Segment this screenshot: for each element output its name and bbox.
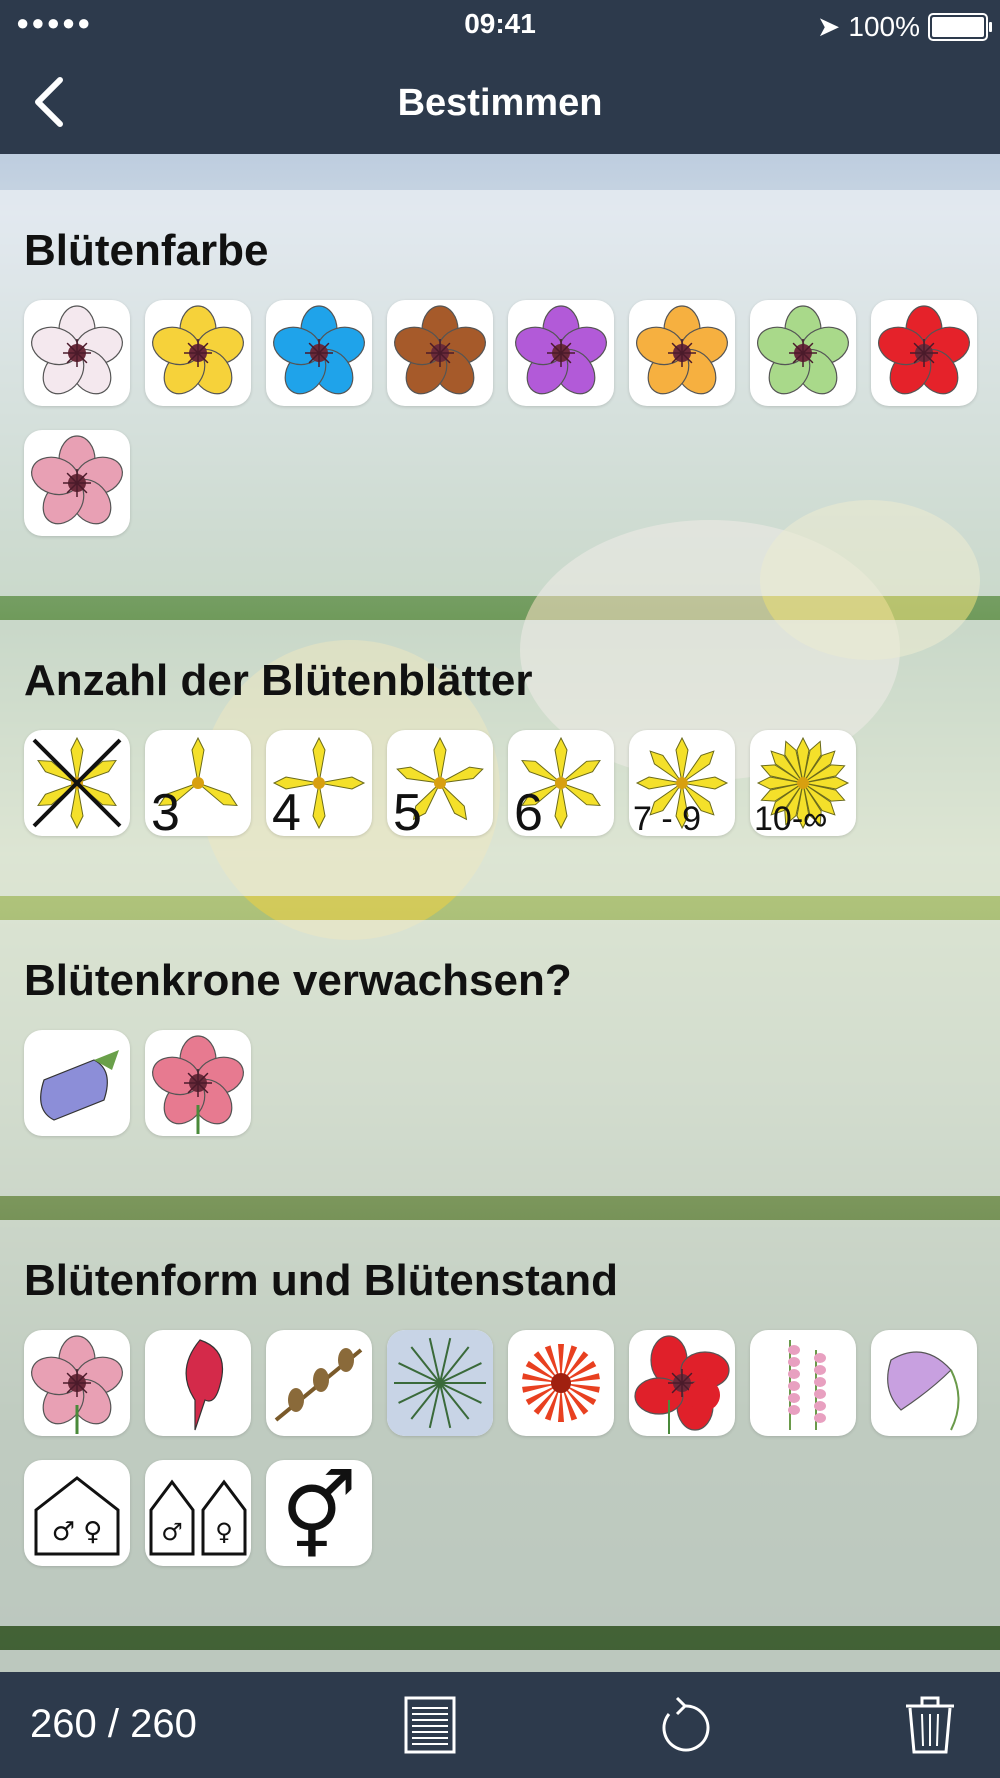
battery-percent: 100% xyxy=(848,10,920,42)
section-title: Anzahl der Blütenblätter xyxy=(24,656,533,705)
form-option-umbel-icon xyxy=(387,1330,493,1436)
color-option-white-icon xyxy=(31,305,123,395)
petal-count-four-icon: 4 xyxy=(272,736,366,836)
navigation-bar: Bestimmen xyxy=(0,50,1000,154)
petal-count-five[interactable]: 5 xyxy=(387,730,493,836)
form-option-hermaphrodite[interactable]: ⚥ xyxy=(266,1460,372,1566)
section-flower-form: Blütenform und Blütenstand ♂ ♀ ♂ ♀ ⚥ xyxy=(0,1220,1000,1626)
color-option-blue-icon xyxy=(273,305,365,395)
color-option-green[interactable] xyxy=(750,300,856,406)
form-option-orchid-icon xyxy=(887,1351,960,1431)
petal-count-six[interactable]: 6 xyxy=(508,730,614,836)
page-title: Bestimmen xyxy=(397,82,603,124)
petal-count-label: 4 xyxy=(272,784,301,836)
form-option-catkin[interactable] xyxy=(266,1330,372,1436)
form-option-single-flower-icon xyxy=(31,1335,123,1434)
color-option-yellow[interactable] xyxy=(145,300,251,406)
color-option-red[interactable] xyxy=(871,300,977,406)
battery-indicator: ➤ 100% xyxy=(816,10,992,43)
color-option-brown[interactable] xyxy=(387,300,493,406)
petal-count-label: 3 xyxy=(151,784,180,836)
corolla-option-separate-petals-icon xyxy=(152,1035,244,1134)
color-option-red-icon xyxy=(878,305,970,395)
form-option-dioecious-icon: ♂ ♀ xyxy=(149,1479,247,1556)
section-title: Blütenfarbe xyxy=(24,226,269,275)
corolla-option-separate-petals[interactable] xyxy=(145,1030,251,1136)
color-option-brown-icon xyxy=(394,305,486,395)
form-option-composite[interactable] xyxy=(508,1330,614,1436)
form-option-poppy-icon xyxy=(634,1335,730,1434)
sex-label: ♂ ♀ xyxy=(52,1517,103,1547)
form-option-lipped-flower[interactable] xyxy=(145,1330,251,1436)
color-option-purple-icon xyxy=(515,305,607,395)
section-flower-color: Blütenfarbe xyxy=(0,190,1000,596)
section-next-peek xyxy=(0,1650,1000,1672)
petal-count-seven-nine-icon: 7 - 9 xyxy=(633,736,729,836)
corolla-option-bell-flower[interactable] xyxy=(24,1030,130,1136)
sex-label: ⚥ xyxy=(281,1468,357,1566)
petal-count-none-icon xyxy=(32,736,122,830)
petal-count-three-icon: 3 xyxy=(151,736,238,836)
petal-count-five-icon: 5 xyxy=(393,736,484,836)
form-option-monoecious[interactable]: ♂ ♀ xyxy=(24,1460,130,1566)
battery-icon xyxy=(928,12,992,41)
corolla-option-bell-flower-icon xyxy=(40,1050,119,1121)
svg-text:♀: ♀ xyxy=(215,1518,233,1546)
section-title: Blütenform und Blütenstand xyxy=(24,1256,618,1305)
svg-text:♂: ♂ xyxy=(161,1518,183,1546)
petal-count-ten-plus[interactable]: 10-∞ xyxy=(750,730,856,836)
section-fused-corolla: Blütenkrone verwachsen? xyxy=(0,920,1000,1196)
form-option-spike-icon xyxy=(788,1340,826,1430)
form-option-monoecious-icon: ♂ ♀ xyxy=(34,1476,120,1556)
form-option-catkin-icon xyxy=(274,1348,363,1422)
color-option-pink-icon xyxy=(31,435,123,525)
petal-count-seven-nine[interactable]: 7 - 9 xyxy=(629,730,735,836)
petal-count-label: 6 xyxy=(514,784,543,836)
location-icon: ➤ xyxy=(816,11,841,42)
form-option-lipped-flower-icon xyxy=(185,1339,224,1431)
form-option-dioecious[interactable]: ♂ ♀ xyxy=(145,1460,251,1566)
list-icon[interactable] xyxy=(400,1694,460,1756)
color-option-purple[interactable] xyxy=(508,300,614,406)
petal-count-label: 10-∞ xyxy=(754,800,827,836)
form-option-single-flower[interactable] xyxy=(24,1330,130,1436)
status-bar: ●●●●● 09:41 ➤ 100% xyxy=(0,0,1000,50)
reset-icon[interactable] xyxy=(655,1694,715,1756)
petal-count-six-icon: 6 xyxy=(514,736,601,836)
petal-count-four[interactable]: 4 xyxy=(266,730,372,836)
form-option-spike[interactable] xyxy=(750,1330,856,1436)
petal-count-none[interactable] xyxy=(24,730,130,836)
form-option-orchid[interactable] xyxy=(871,1330,977,1436)
form-option-umbel[interactable] xyxy=(387,1330,493,1436)
petal-count-label: 5 xyxy=(393,784,422,836)
form-option-poppy[interactable] xyxy=(629,1330,735,1436)
petal-count-label: 7 - 9 xyxy=(633,800,701,836)
petal-count-three[interactable]: 3 xyxy=(145,730,251,836)
bottom-toolbar: 260 / 260 xyxy=(0,1672,1000,1778)
color-option-white[interactable] xyxy=(24,300,130,406)
color-option-green-icon xyxy=(757,305,849,395)
color-option-pink[interactable] xyxy=(24,430,130,536)
trash-icon[interactable] xyxy=(900,1694,960,1756)
color-option-yellow-icon xyxy=(152,305,244,395)
color-option-blue[interactable] xyxy=(266,300,372,406)
petal-count-ten-plus-icon: 10-∞ xyxy=(754,736,850,836)
color-option-orange-icon xyxy=(636,305,728,395)
section-title: Blütenkrone verwachsen? xyxy=(24,956,572,1005)
result-count: 260 / 260 xyxy=(30,1702,197,1746)
form-option-composite-icon xyxy=(522,1344,600,1422)
section-petal-count: Anzahl der Blütenblätter 3 4 5 6 7 - 9 10-∞ xyxy=(0,620,1000,896)
form-option-hermaphrodite-icon: ⚥ xyxy=(281,1468,357,1566)
color-option-orange[interactable] xyxy=(629,300,735,406)
